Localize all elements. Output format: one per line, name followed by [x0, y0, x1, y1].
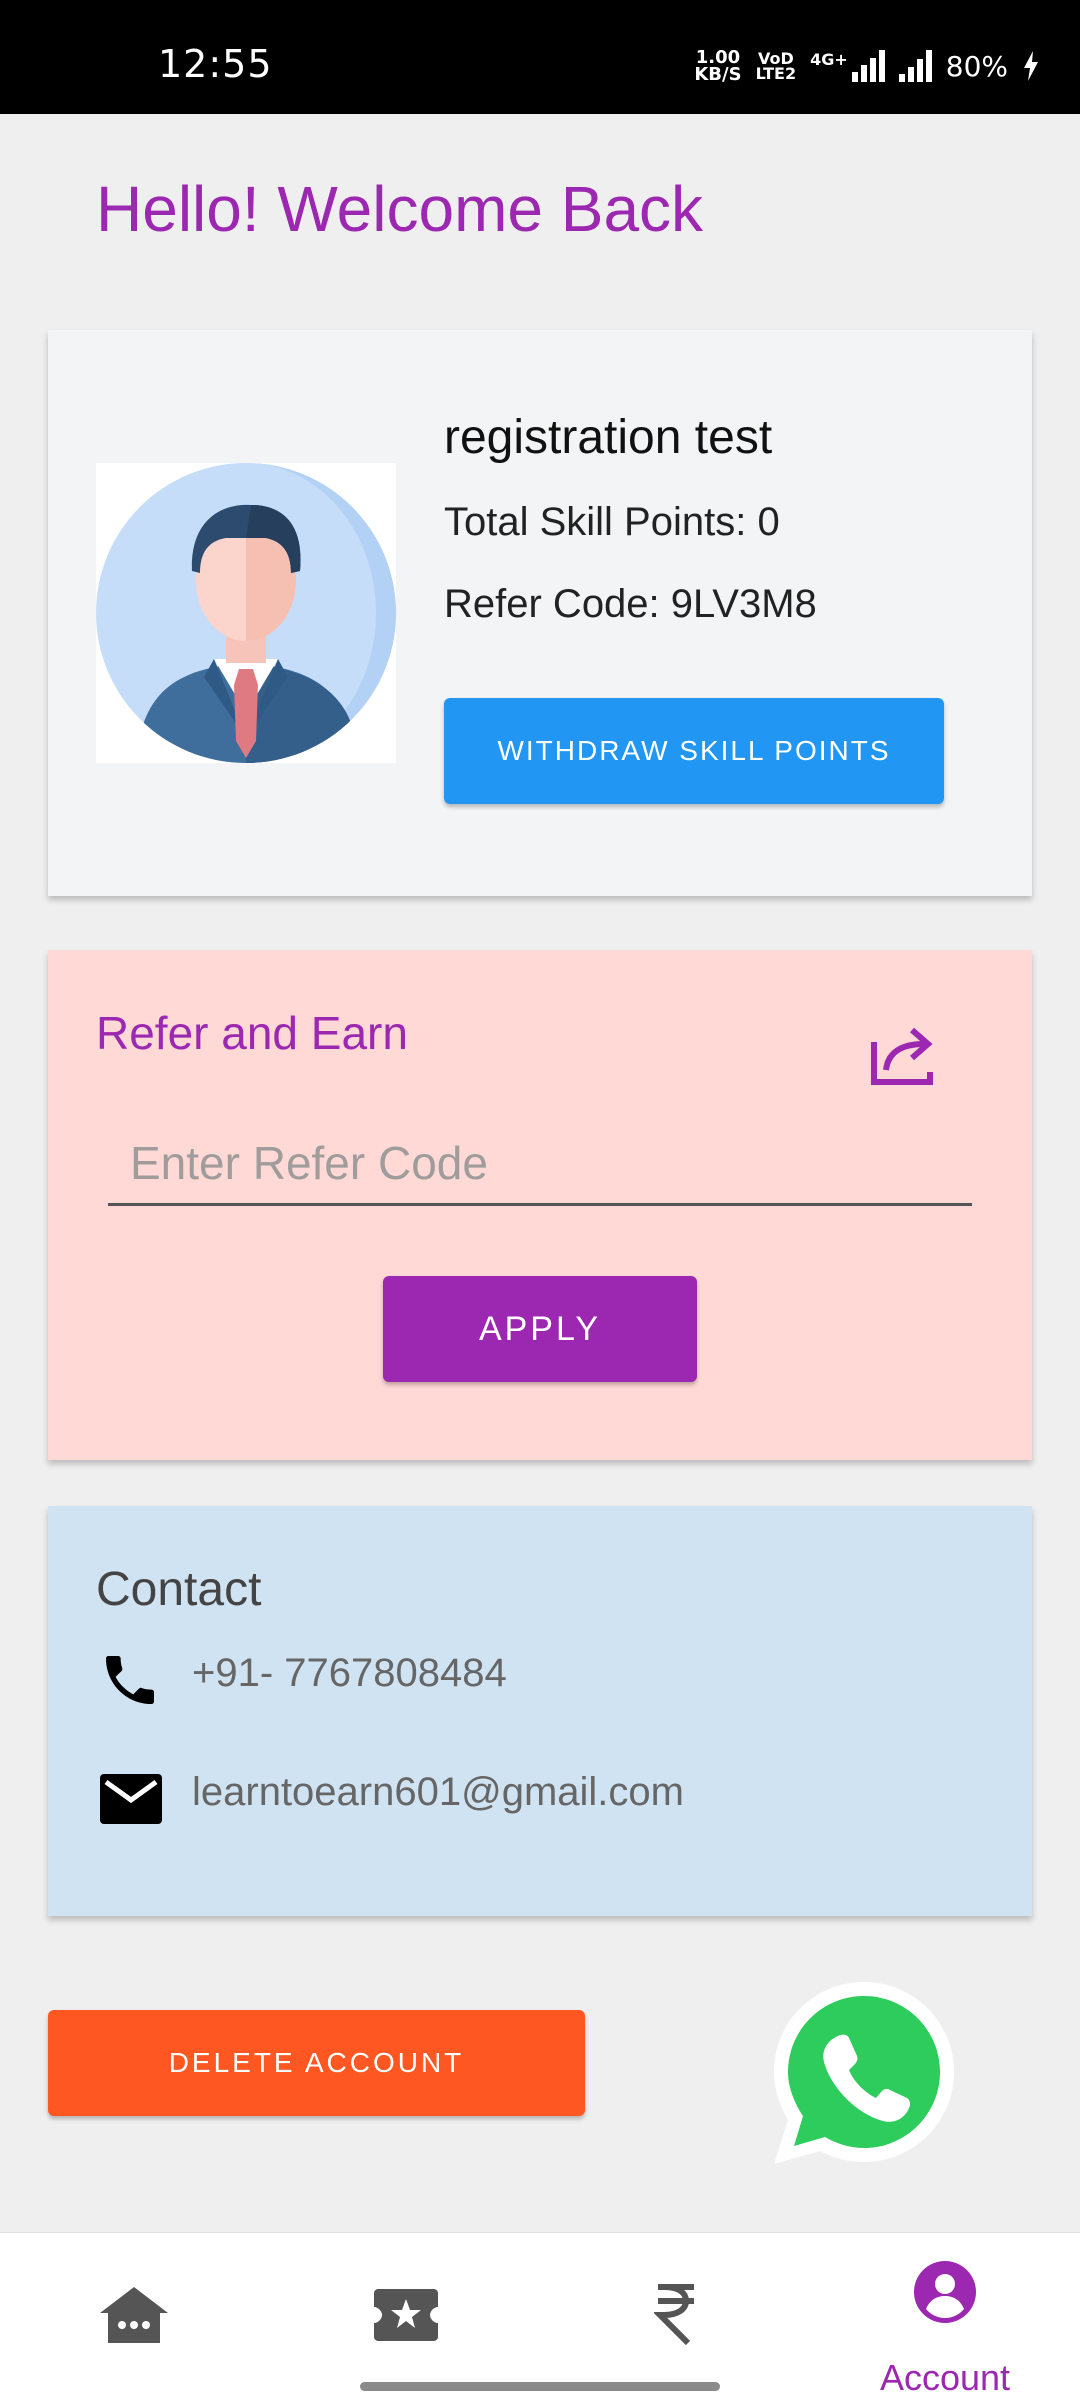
skill-points: Total Skill Points: 0 [444, 500, 780, 544]
nav-home[interactable] [0, 2233, 270, 2401]
welcome-title: Hello! Welcome Back [96, 173, 704, 245]
nav-rewards[interactable] [270, 2233, 540, 2401]
status-icons: 1.00 KB/S VoD LTE2 4G+ 80% [694, 46, 1040, 86]
avatar [96, 463, 396, 763]
refer-code-input[interactable] [108, 1122, 972, 1206]
nav-account[interactable]: Account [810, 2233, 1080, 2401]
nav-account-label: Account [879, 2357, 1011, 2398]
refer-title: Refer and Earn [96, 1007, 408, 1059]
withdraw-skill-points-button[interactable]: WITHDRAW SKILL POINTS [444, 698, 944, 804]
whatsapp-icon[interactable] [768, 1978, 960, 2170]
account-icon [914, 2261, 976, 2323]
ticket-star-icon [374, 2289, 438, 2341]
home-indicator[interactable] [360, 2382, 720, 2391]
status-time: 12:55 [158, 42, 273, 86]
contact-email[interactable]: learntoearn601@gmail.com [192, 1770, 684, 1815]
contact-phone[interactable]: +91- 7767808484 [192, 1651, 507, 1696]
status-bar: 12:55 1.00 KB/S VoD LTE2 4G+ 80% [0, 0, 1080, 114]
charging-icon [1024, 51, 1038, 81]
email-icon [100, 1774, 162, 1824]
delete-account-button[interactable]: DELETE ACCOUNT [48, 2010, 585, 2116]
signal-icon [898, 50, 932, 82]
refer-code: Refer Code: 9LV3M8 [444, 582, 817, 626]
apply-button[interactable]: APPLY [383, 1276, 697, 1382]
battery-percent: 80% [945, 49, 1008, 83]
share-icon[interactable] [866, 1018, 938, 1090]
rupee-icon [654, 2284, 694, 2345]
phone-icon [106, 1656, 154, 1704]
home-chat-icon [100, 2287, 168, 2343]
network-speed: 1.00 KB/S [694, 47, 742, 85]
volte-indicator: VoD LTE2 [755, 49, 797, 83]
contact-card: Contact +91- 7767808484 learntoearn601@g… [48, 1506, 1032, 1916]
profile-card: registration test Total Skill Points: 0 … [48, 330, 1032, 896]
refer-card: Refer and Earn APPLY [48, 950, 1032, 1460]
nav-earnings[interactable] [540, 2233, 810, 2401]
bottom-navigation: Account [0, 2232, 1080, 2401]
signal-4g-icon: 4G+ [810, 50, 885, 82]
contact-title: Contact [96, 1563, 262, 1616]
user-name: registration test [444, 411, 773, 464]
